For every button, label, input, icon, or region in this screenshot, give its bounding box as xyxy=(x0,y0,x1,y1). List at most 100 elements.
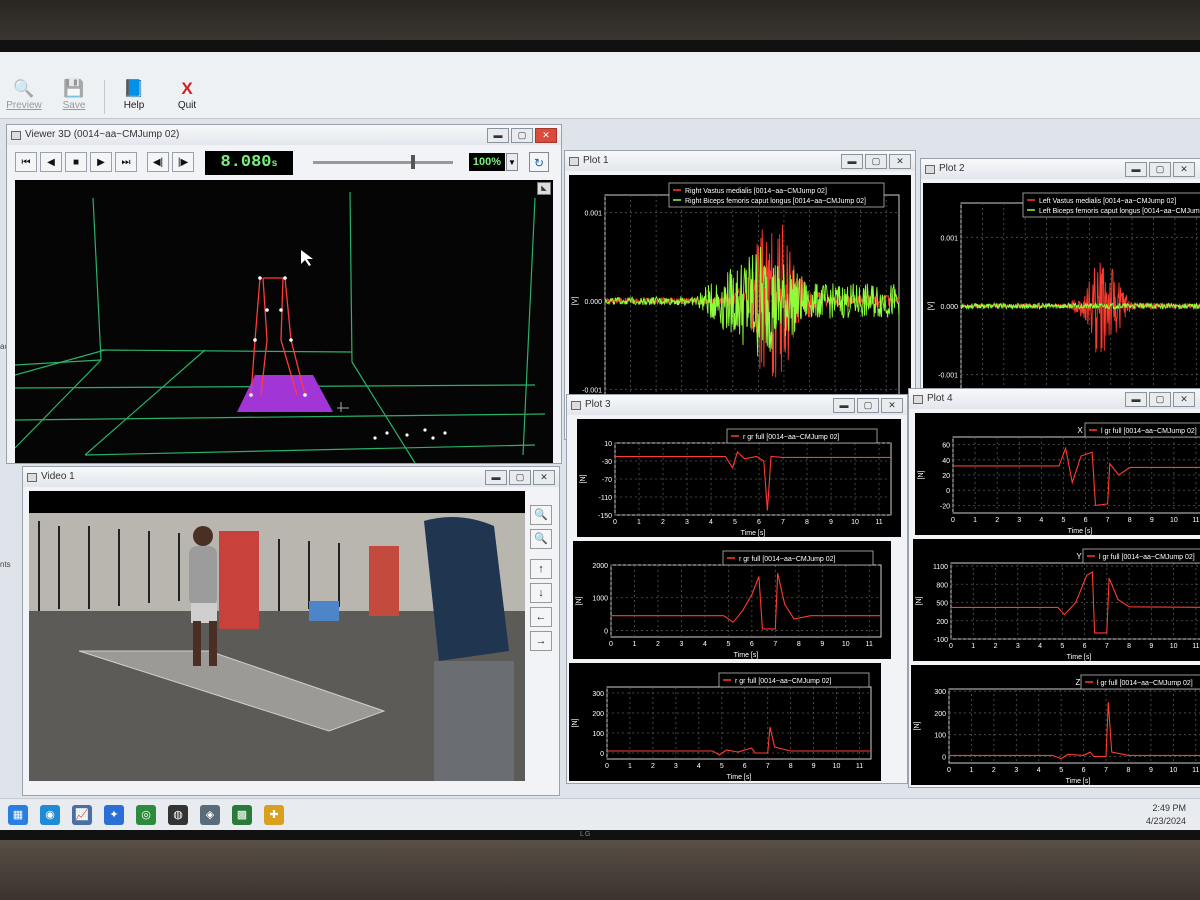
close-button[interactable]: ✕ xyxy=(1173,392,1195,407)
x-tick-label: 10 xyxy=(1170,517,1178,524)
maximize-button[interactable]: ▢ xyxy=(1149,162,1171,177)
x-tick-label: 10 xyxy=(833,763,841,770)
close-button[interactable]: ✕ xyxy=(1173,162,1195,177)
plot2-titlebar[interactable]: Plot 2 ▬ ▢ ✕ xyxy=(921,159,1200,179)
step-back-button[interactable]: ◀ xyxy=(40,152,62,172)
reset-view-button[interactable]: ↻ xyxy=(529,152,549,172)
video-window: Video 1 ▬ ▢ ✕ 🔍 🔍 ↑ ↓ ← → xyxy=(22,466,560,796)
x-tick-label: 1 xyxy=(969,767,973,774)
pan-up-icon[interactable]: ↑ xyxy=(530,559,552,579)
x-tick-label: 11 xyxy=(1192,767,1199,774)
x-tick-label: 0 xyxy=(605,763,609,770)
pan-down-icon[interactable]: ↓ xyxy=(530,583,552,603)
main-toolbar: 🔍 Preview 💾 Save 📘 Help X Quit xyxy=(0,52,1200,119)
plot4-titlebar[interactable]: Plot 4 ▬ ▢ ✕ xyxy=(909,389,1200,409)
3d-viewport[interactable]: ◣ xyxy=(15,180,553,463)
subplot-axis-title: Z xyxy=(1076,678,1081,687)
legend-label: l gr full [0014~aa~CMJump 02] xyxy=(1097,680,1193,687)
x-tick-label: 2 xyxy=(651,763,655,770)
go-to-end-button[interactable]: ⏭ xyxy=(115,152,137,172)
minimize-button[interactable]: ▬ xyxy=(841,154,863,169)
time-slider-thumb[interactable] xyxy=(411,155,415,169)
plot4-y-area[interactable]: 0 1 2 3 4 5 6 7 8 9 10 11 1100 800 500 200 -100 Time [s] [… xyxy=(913,539,1200,661)
x-tick-label: 11 xyxy=(866,641,873,648)
chart-app-icon[interactable]: 📈 xyxy=(72,805,92,825)
x-tick-label: 5 xyxy=(726,641,730,648)
start-icon[interactable]: ▦ xyxy=(8,805,28,825)
system-clock[interactable]: 2:49 PM 4/23/2024 xyxy=(1146,802,1186,828)
minimize-button[interactable]: ▬ xyxy=(833,398,855,413)
x-tick-label: 9 xyxy=(1149,767,1153,774)
viewer-3d-titlebar[interactable]: Viewer 3D (0014~aa~CMJump 02) ▬ ▢ ✕ xyxy=(7,125,561,145)
y-tick-label: 300 xyxy=(592,691,604,698)
plot3-y-area[interactable]: 01234567891011200010000Time [s][N]Yr gr … xyxy=(573,541,891,659)
save-button[interactable]: 💾 Save xyxy=(50,80,98,112)
plot1-titlebar[interactable]: Plot 1 ▬ ▢ ✕ xyxy=(565,151,915,171)
zoom-in-icon[interactable]: 🔍 xyxy=(530,505,552,525)
maximize-button[interactable]: ▢ xyxy=(865,154,887,169)
preview-label: Preview xyxy=(6,100,42,111)
play-button[interactable]: ▶ xyxy=(90,152,112,172)
y-tick-label: 100 xyxy=(592,731,604,738)
x-tick-label: 3 xyxy=(1016,643,1020,650)
time-slider[interactable] xyxy=(313,161,453,164)
stop-button[interactable]: ■ xyxy=(65,152,87,172)
grid-app-icon[interactable]: ▩ xyxy=(232,805,252,825)
minimize-button[interactable]: ▬ xyxy=(485,470,507,485)
plot3-titlebar[interactable]: Plot 3 ▬ ▢ ✕ xyxy=(567,395,907,415)
minimize-button[interactable]: ▬ xyxy=(487,128,509,143)
help-button[interactable]: 📘 Help xyxy=(110,80,158,112)
maximize-button[interactable]: ▢ xyxy=(511,128,533,143)
plot4-z-area[interactable]: 0 1 2 3 4 5 6 7 8 9 10 11 300 200 100 0 Time [s] [N] Zl gr… xyxy=(911,665,1200,785)
pan-left-icon[interactable]: ← xyxy=(530,607,552,627)
subplot-axis-title: Y xyxy=(1076,552,1082,561)
zoom-dropdown-arrow[interactable]: ▼ xyxy=(506,153,518,171)
zoom-select[interactable]: 100% xyxy=(469,153,505,171)
close-button[interactable]: ✕ xyxy=(889,154,911,169)
dropbox-icon[interactable]: ✦ xyxy=(104,805,124,825)
legend-label: r gr full [0014~aa~CMJump 02] xyxy=(743,434,840,441)
search-icon[interactable]: ◉ xyxy=(40,805,60,825)
photo-app-icon[interactable]: ◈ xyxy=(200,805,220,825)
y-axis-label: [V] xyxy=(572,297,579,306)
x-tick-label: 5 xyxy=(720,763,724,770)
close-button[interactable]: ✕ xyxy=(535,128,557,143)
y-axis-label: [N] xyxy=(572,718,579,727)
y-tick-label: 1100 xyxy=(933,564,948,571)
go-to-start-button[interactable]: ⏮ xyxy=(15,152,37,172)
x-tick-label: 1 xyxy=(971,643,975,650)
maximize-button[interactable]: ▢ xyxy=(857,398,879,413)
viewport-options-button[interactable]: ◣ xyxy=(537,182,551,195)
video-frame[interactable] xyxy=(29,491,525,781)
maximize-button[interactable]: ▢ xyxy=(1149,392,1171,407)
maximize-button[interactable]: ▢ xyxy=(509,470,531,485)
prev-frame-button[interactable]: ◀| xyxy=(147,152,169,172)
x-tick-label: 9 xyxy=(812,763,816,770)
zoom-out-icon[interactable]: 🔍 xyxy=(530,529,552,549)
video-titlebar[interactable]: Video 1 ▬ ▢ ✕ xyxy=(23,467,559,487)
plot3-z-area[interactable]: 012345678910113002001000Time [s][N]Zr gr… xyxy=(569,663,881,781)
next-frame-button[interactable]: |▶ xyxy=(172,152,194,172)
close-button[interactable]: ✕ xyxy=(533,470,555,485)
x-axis-label: Time [s] xyxy=(1066,778,1091,785)
y-tick-label: 0 xyxy=(604,628,608,635)
y-tick-label: 40 xyxy=(942,458,950,465)
pan-right-icon[interactable]: → xyxy=(530,631,552,651)
x-tick-label: 0 xyxy=(609,641,613,648)
mocap-app-icon[interactable]: ✚ xyxy=(264,805,284,825)
preview-button[interactable]: 🔍 Preview xyxy=(0,80,48,112)
x-tick-label: 0 xyxy=(613,519,617,526)
minimize-button[interactable]: ▬ xyxy=(1125,162,1147,177)
x-tick-label: 8 xyxy=(797,641,801,648)
minimize-button[interactable]: ▬ xyxy=(1125,392,1147,407)
y-tick-label: 500 xyxy=(936,601,948,608)
x-tick-label: 2 xyxy=(661,519,665,526)
target-app-icon[interactable]: ◍ xyxy=(168,805,188,825)
x-tick-label: 5 xyxy=(1060,643,1064,650)
quit-button[interactable]: X Quit xyxy=(163,80,211,112)
close-button[interactable]: ✕ xyxy=(881,398,903,413)
plot4-x-area[interactable]: 0 1 2 3 4 5 6 7 8 9 10 11 60 40 20 0 -20 Time [s] [N] Xl gr… xyxy=(915,413,1200,535)
chrome-icon[interactable]: ◎ xyxy=(136,805,156,825)
plot-icon xyxy=(571,401,581,410)
plot3-x-area[interactable]: 0 1 2 3 4 5 6 7 8 9 10 11 10 -30 -70 -110 -150 Time [s] [N… xyxy=(577,419,901,537)
